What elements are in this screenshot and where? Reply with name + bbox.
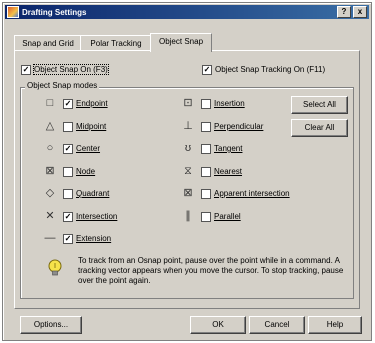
- quadrant-icon: ◇: [45, 187, 55, 199]
- perpendicular-icon: ⊥: [183, 119, 193, 132]
- tangent-label: Tangent: [214, 144, 243, 153]
- osnap-tracking-checkbox[interactable]: ✓: [202, 65, 212, 75]
- help-title-button[interactable]: ?: [337, 6, 351, 18]
- app-icon: [7, 6, 19, 18]
- parallel-checkbox[interactable]: [201, 211, 211, 222]
- extension-checkbox[interactable]: ✓: [63, 234, 73, 244]
- tab-snap-and-grid[interactable]: Snap and Grid: [14, 35, 82, 51]
- insertion-label: Insertion: [214, 99, 245, 108]
- perpendicular-label: Perpendicular: [214, 121, 264, 131]
- intersection-label: Intersection: [76, 211, 118, 221]
- nearest-label: Nearest: [214, 166, 243, 176]
- apparent-intersection-checkbox[interactable]: [201, 189, 211, 199]
- apparent-intersection-icon: ⊠: [183, 187, 193, 199]
- select-all-button[interactable]: Select All: [291, 96, 348, 114]
- quadrant-label: Quadrant: [76, 189, 110, 198]
- midpoint-label: Midpoint: [76, 121, 107, 131]
- ok-button[interactable]: OK: [190, 316, 246, 334]
- center-label: Center: [76, 144, 101, 153]
- object-snap-modes-title: Object Snap modes: [25, 81, 100, 90]
- help-button[interactable]: Help: [308, 316, 362, 334]
- osnap-tracking-label: Object Snap Tracking On (F11): [215, 65, 326, 74]
- nearest-checkbox[interactable]: [201, 166, 211, 177]
- lightbulb-icon: [48, 259, 62, 276]
- node-checkbox[interactable]: [63, 166, 73, 177]
- options-button[interactable]: Options...: [20, 316, 82, 334]
- parallel-label: Parallel: [214, 211, 241, 221]
- tab-object-snap[interactable]: Object Snap: [150, 33, 212, 52]
- insertion-icon: ⊡: [183, 97, 193, 109]
- tab-polar-tracking[interactable]: Polar Tracking: [80, 35, 152, 51]
- midpoint-icon: △: [45, 119, 55, 132]
- center-icon: ○: [46, 142, 54, 154]
- title-bar[interactable]: Drafting Settings ? x: [5, 5, 369, 19]
- close-button[interactable]: x: [353, 6, 367, 18]
- clear-all-button[interactable]: Clear All: [291, 119, 348, 137]
- tracking-info-text: To track from an Osnap point, pause over…: [78, 256, 344, 285]
- center-checkbox[interactable]: ✓: [63, 144, 73, 154]
- tangent-checkbox[interactable]: [201, 144, 211, 154]
- osnap-on-checkbox[interactable]: ✓: [21, 65, 31, 75]
- node-label: Node: [76, 166, 96, 176]
- window-title: Drafting Settings: [22, 7, 87, 17]
- apparent-intersection-label: Apparent intersection: [214, 189, 290, 198]
- perpendicular-checkbox[interactable]: [201, 121, 211, 132]
- endpoint-icon: □: [46, 97, 54, 109]
- osnap-on-label: Object Snap On (F3): [33, 64, 109, 75]
- parallel-icon: ∥: [185, 209, 191, 222]
- intersection-checkbox[interactable]: ✓: [63, 211, 73, 222]
- extension-icon: —: [44, 232, 56, 244]
- endpoint-checkbox[interactable]: ✓: [63, 99, 73, 109]
- insertion-checkbox[interactable]: [201, 99, 211, 109]
- endpoint-label: Endpoint: [76, 99, 108, 108]
- node-icon: ⊠: [45, 164, 55, 177]
- extension-label: Extension: [76, 234, 112, 243]
- cancel-button[interactable]: Cancel: [249, 316, 305, 334]
- intersection-icon: ✕: [45, 209, 55, 222]
- midpoint-checkbox[interactable]: [63, 121, 73, 132]
- tangent-icon: ʊ: [184, 142, 192, 154]
- quadrant-checkbox[interactable]: [63, 189, 73, 199]
- nearest-icon: ⧖: [184, 164, 192, 177]
